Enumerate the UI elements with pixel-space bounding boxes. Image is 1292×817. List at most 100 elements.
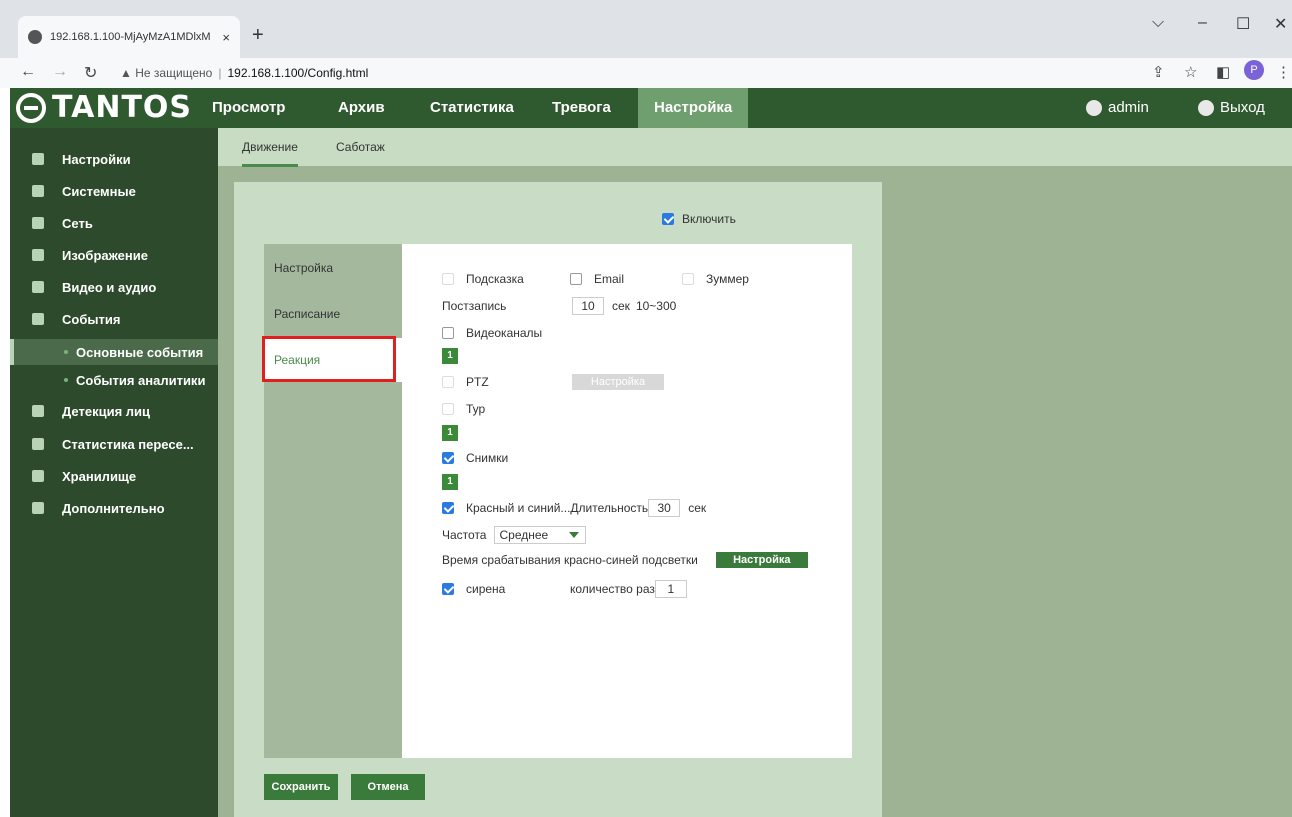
- trigger-setup-button[interactable]: Настройка: [715, 552, 808, 568]
- sidebar-item-events[interactable]: События: [10, 304, 218, 334]
- enable-toggle[interactable]: Включить: [662, 212, 736, 226]
- sidebar-item-image[interactable]: Изображение: [10, 240, 218, 270]
- menu-item-schedule[interactable]: Расписание: [264, 292, 402, 336]
- tantos-logo: TANTOS: [16, 90, 192, 125]
- snapshots-checkbox[interactable]: [442, 452, 454, 464]
- share-icon[interactable]: ⇪: [1152, 63, 1165, 81]
- postrecord-input[interactable]: 10: [572, 297, 604, 315]
- ptz-setup-button[interactable]: Настройка: [572, 374, 664, 390]
- postrecord-label: Постзапись: [442, 299, 507, 313]
- minimize-icon[interactable]: –: [1198, 14, 1207, 32]
- sidebar-item-label: Видео и аудио: [62, 279, 157, 295]
- trigger-time-label: Время срабатывания красно-синей подсветк…: [442, 553, 698, 567]
- nav-alarm[interactable]: Тревога: [536, 88, 627, 128]
- sidebar-item-network[interactable]: Сеть: [10, 208, 218, 238]
- maximize-icon[interactable]: ☐: [1236, 14, 1250, 34]
- settings-panel: Включить Настройка Расписание Реакция По…: [234, 182, 882, 817]
- sidebar-item-settings[interactable]: Настройки: [10, 144, 218, 174]
- sidebar-item-face-detection[interactable]: Детекция лиц: [10, 396, 218, 426]
- sidebar-item-system[interactable]: Системные: [10, 176, 218, 206]
- postrecord-unit: сек: [612, 299, 630, 313]
- side-panel-icon[interactable]: ◧: [1216, 63, 1230, 81]
- logo-text: TANTOS: [52, 90, 193, 125]
- buzzer-label: Зуммер: [706, 272, 749, 286]
- redblue-label: Красный и синий...Длительность: [466, 501, 649, 515]
- hint-checkbox[interactable]: [442, 273, 454, 285]
- user-name: admin: [1108, 99, 1149, 116]
- tab-motion[interactable]: Движение: [242, 140, 298, 167]
- tools-icon: [32, 502, 44, 514]
- tab-title: 192.168.1.100-MjAyMzA1MDlxM: [50, 31, 210, 43]
- nav-statistics[interactable]: Статистика: [414, 88, 530, 128]
- channel-2-button[interactable]: 1: [442, 425, 458, 441]
- nav-settings[interactable]: Настройка: [638, 88, 749, 128]
- snapshots-row: Снимки: [442, 451, 508, 465]
- new-tab-button[interactable]: +: [252, 24, 264, 47]
- nav-view[interactable]: Просмотр: [196, 88, 301, 128]
- save-button[interactable]: Сохранить: [264, 774, 338, 800]
- menu-dots-icon[interactable]: ⋮: [1276, 63, 1291, 81]
- logout-label: Выход: [1220, 99, 1265, 116]
- info-icon: [32, 185, 44, 197]
- sidebar-item-crossing-stats[interactable]: Статистика пересе...: [10, 429, 218, 459]
- sidebar-item-label: Сеть: [62, 215, 93, 231]
- videochannels-row: Видеоканалы: [442, 326, 542, 340]
- sidebar: Настройки Системные Сеть Изображение Вид…: [10, 128, 218, 817]
- menu-item-setup[interactable]: Настройка: [264, 246, 402, 290]
- redblue-duration-input[interactable]: 30: [648, 499, 681, 517]
- profile-avatar[interactable]: P: [1244, 60, 1264, 80]
- videochannels-checkbox[interactable]: [442, 327, 454, 339]
- count-input[interactable]: 1: [654, 580, 687, 598]
- address-bar: ← → ↻ ▲ Не защищено | 192.168.1.100/Config…: [0, 58, 1292, 88]
- logout-icon: [1198, 100, 1214, 116]
- nav-archive[interactable]: Архив: [322, 88, 401, 128]
- close-window-icon[interactable]: ✕: [1274, 14, 1287, 34]
- bullet-icon: [64, 378, 68, 382]
- enable-checkbox[interactable]: [662, 213, 674, 225]
- tab-sabotage[interactable]: Саботаж: [336, 140, 385, 154]
- main-content: Движение Саботаж Включить Настройка Расп…: [218, 128, 1292, 817]
- storage-icon: [32, 470, 44, 482]
- sidebar-item-label: Изображение: [62, 247, 148, 263]
- forward-icon[interactable]: →: [52, 63, 68, 81]
- warning-icon: ▲: [120, 66, 136, 80]
- image-icon: [32, 249, 44, 261]
- sidebar-item-label: Системные: [62, 183, 136, 199]
- ptz-checkbox[interactable]: [442, 376, 454, 388]
- sidebar-item-label: Настройки: [62, 151, 131, 167]
- sidebar-item-label: Дополнительно: [62, 500, 165, 516]
- sidebar-subitem-analytics-events[interactable]: События аналитики: [10, 367, 218, 393]
- url-text: 192.168.1.100/Config.html: [227, 66, 369, 80]
- back-icon[interactable]: ←: [20, 63, 36, 81]
- channel-1-button[interactable]: 1: [442, 348, 458, 364]
- cancel-button[interactable]: Отмена: [351, 774, 425, 800]
- url-field[interactable]: ▲ Не защищено | 192.168.1.100/Config.html: [120, 66, 368, 80]
- redblue-unit: сек: [688, 501, 707, 515]
- buzzer-checkbox[interactable]: [682, 273, 694, 285]
- sidebar-item-advanced[interactable]: Дополнительно: [10, 493, 218, 523]
- tour-checkbox[interactable]: [442, 403, 454, 415]
- user-menu[interactable]: admin: [1086, 88, 1149, 128]
- sidebar-subitem-basic-events[interactable]: Основные события: [10, 339, 218, 365]
- app-header: TANTOS Просмотр Архив Статистика Тревога…: [10, 88, 1292, 128]
- siren-row: сирена количество раз 1: [442, 580, 687, 598]
- frequency-select[interactable]: Среднее: [494, 526, 587, 544]
- sidebar-item-storage[interactable]: Хранилище: [10, 461, 218, 491]
- logout-button[interactable]: Выход: [1198, 88, 1265, 128]
- channel-3-button[interactable]: 1: [442, 474, 458, 490]
- siren-checkbox[interactable]: [442, 583, 454, 595]
- tab-search-icon[interactable]: ⌵: [1152, 14, 1164, 32]
- email-checkbox[interactable]: [570, 273, 582, 285]
- sidebar-item-video-audio[interactable]: Видео и аудио: [10, 272, 218, 302]
- sidebar-subitem-label: События аналитики: [76, 372, 206, 388]
- bookmark-star-icon[interactable]: ☆: [1184, 63, 1197, 81]
- redblue-checkbox[interactable]: [442, 502, 454, 514]
- globe-icon: [28, 30, 42, 44]
- browser-tab[interactable]: 192.168.1.100-MjAyMzA1MDlxM ×: [18, 16, 240, 58]
- ptz-row: PTZ: [442, 375, 489, 389]
- reload-icon[interactable]: ↻: [84, 63, 97, 83]
- bar-chart-icon: [32, 438, 44, 450]
- tour-label: Тур: [466, 402, 486, 416]
- videochannels-label: Видеоканалы: [466, 326, 543, 340]
- close-tab-icon[interactable]: ×: [222, 30, 230, 45]
